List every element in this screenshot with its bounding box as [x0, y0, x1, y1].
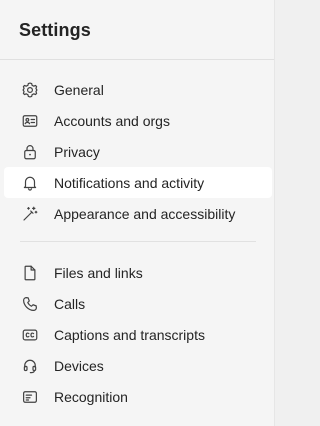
menu-item-label: Accounts and orgs [54, 113, 170, 129]
menu-item-privacy[interactable]: Privacy [4, 136, 272, 167]
settings-panel: Settings General Accounts and orgs Priva… [0, 0, 275, 426]
document-icon [21, 264, 39, 282]
menu-item-label: Devices [54, 358, 104, 374]
menu-item-devices[interactable]: Devices [4, 350, 272, 381]
panel-edge [274, 0, 275, 426]
menu-item-label: Calls [54, 296, 86, 312]
settings-header: Settings [0, 0, 275, 60]
id-card-icon [21, 112, 39, 130]
menu-item-label: Notifications and activity [54, 175, 205, 191]
recognition-icon [21, 388, 39, 406]
settings-menu-group-2: Files and links Calls Captions and trans… [0, 257, 275, 412]
menu-item-notifications-and-activity[interactable]: Notifications and activity [4, 167, 272, 198]
menu-item-calls[interactable]: Calls [4, 288, 272, 319]
menu-item-captions-and-transcripts[interactable]: Captions and transcripts [4, 319, 272, 350]
lock-icon [21, 143, 39, 161]
bell-icon [21, 174, 39, 192]
menu-item-label: Recognition [54, 389, 128, 405]
menu-item-accounts-and-orgs[interactable]: Accounts and orgs [4, 105, 272, 136]
magic-wand-icon [21, 205, 39, 223]
page-title: Settings [19, 20, 91, 40]
settings-menu-group-1: General Accounts and orgs Privacy Notifi… [0, 60, 275, 229]
menu-item-general[interactable]: General [4, 74, 272, 105]
menu-item-files-and-links[interactable]: Files and links [4, 257, 272, 288]
headset-icon [21, 357, 39, 375]
menu-item-recognition[interactable]: Recognition [4, 381, 272, 412]
menu-item-label: General [54, 82, 104, 98]
closed-captions-icon [21, 326, 39, 344]
phone-icon [21, 295, 39, 313]
menu-item-label: Captions and transcripts [54, 327, 205, 343]
gear-icon [21, 81, 39, 99]
menu-item-appearance-and-accessibility[interactable]: Appearance and accessibility [4, 198, 272, 229]
menu-item-label: Appearance and accessibility [54, 206, 236, 222]
menu-divider [20, 241, 256, 242]
menu-item-label: Files and links [54, 265, 143, 281]
menu-item-label: Privacy [54, 144, 100, 160]
